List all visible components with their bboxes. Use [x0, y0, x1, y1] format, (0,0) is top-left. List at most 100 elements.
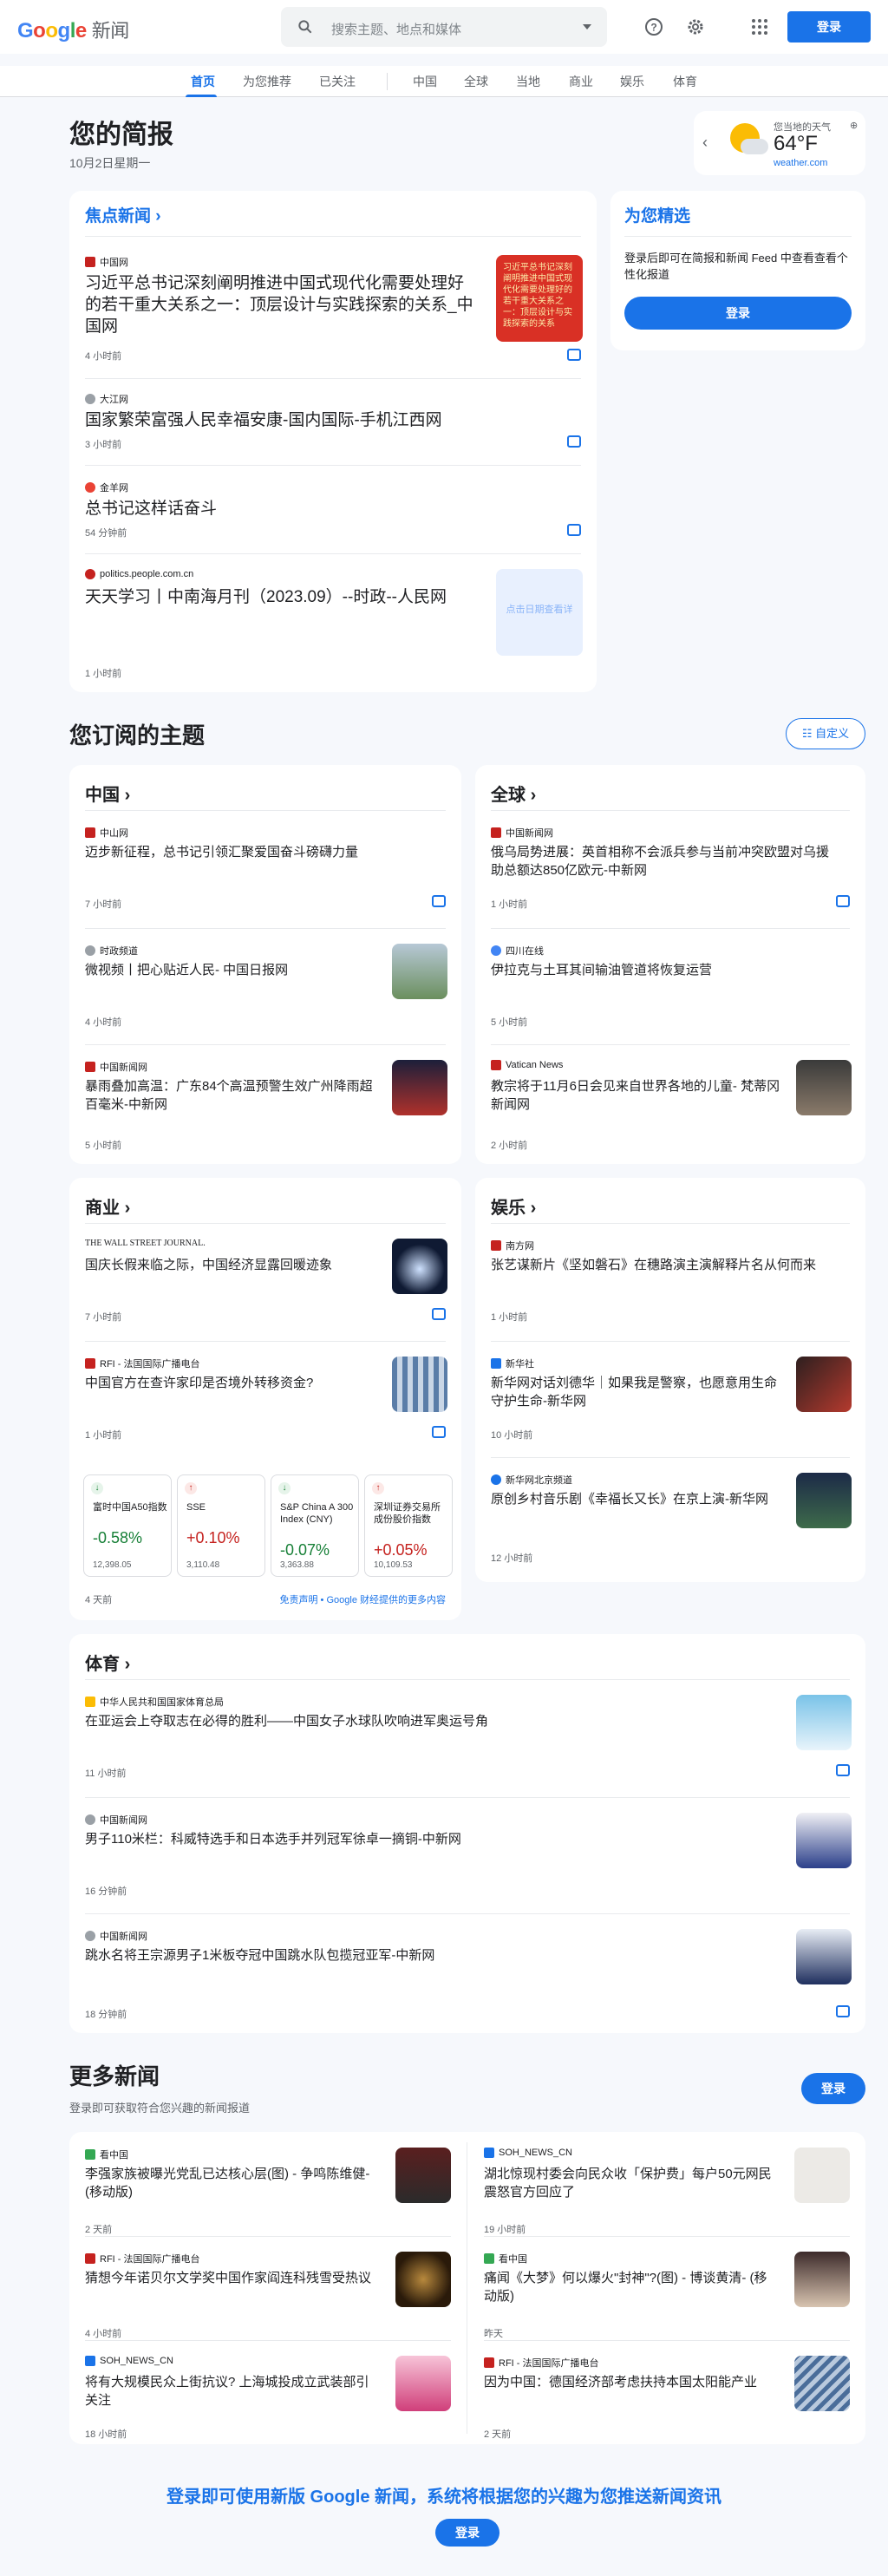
sports-story-1[interactable]: 中华人民共和国国家体育总局 在亚运会上夺取志在必得的胜利——中国女子水球队吹响进…	[85, 1695, 852, 1779]
world-story-2[interactable]: 四川在线 伊拉克与土耳其间输油管道将恢复运营 5 小时前	[491, 944, 850, 1028]
tab-china[interactable]: 中国	[413, 73, 437, 90]
full-coverage-icon[interactable]	[432, 1308, 446, 1320]
more-news-story-5[interactable]: SOH_NEWS_CN 将有大规模民众上街抗议? 上海城投成立武装部引关注 18…	[85, 2356, 451, 2442]
sports-story-2[interactable]: 中国新闻网 男子110米栏：科威特选手和日本选手并列冠军徐卓一摘铜-中新网 16…	[85, 1813, 852, 1897]
topic-title[interactable]: 娱乐 ›	[491, 1193, 536, 1219]
full-coverage-icon[interactable]	[836, 2005, 850, 2017]
more-news-story-3[interactable]: RFI - 法国国际广播电台 猜想今年诺贝尔文学奖中国作家阎连科残雪受热议 4 …	[85, 2252, 451, 2339]
story-headline[interactable]: 国家繁荣富强人民幸福安康-国内国际-手机江西网	[85, 409, 519, 431]
story-headline[interactable]: 猜想今年诺贝尔文学奖中国作家阎连科残雪受热议	[85, 2269, 380, 2287]
chevron-down-icon[interactable]	[583, 24, 591, 29]
full-coverage-icon[interactable]	[836, 895, 850, 907]
top-stories-title[interactable]: 焦点新闻 ›	[85, 203, 161, 226]
world-story-3[interactable]: Vatican News 教宗将于11月6日会见来自世界各地的儿童- 梵蒂冈新闻…	[491, 1060, 852, 1151]
help-icon[interactable]: ?	[643, 16, 664, 37]
story-headline[interactable]: 俄乌局势进展：英首相称不会派兵参与当前冲突欧盟对乌援助总额达850亿欧元-中新网	[491, 843, 838, 879]
footer-signin-button[interactable]: 登录	[435, 2519, 500, 2547]
apps-grid-icon[interactable]	[749, 16, 770, 37]
full-coverage-icon[interactable]	[836, 1764, 850, 1776]
tab-sports[interactable]: 体育	[673, 73, 697, 90]
story-headline[interactable]: 男子110米栏：科威特选手和日本选手并列冠军徐卓一摘铜-中新网	[85, 1830, 761, 1848]
top-story-1[interactable]: 中国网 习近平总书记深刻阐明推进中国式现代化需要处理好的若干重大关系之一：顶层设…	[85, 255, 583, 368]
story-thumbnail[interactable]	[392, 1239, 447, 1294]
weather-source-link[interactable]: weather.com	[774, 158, 827, 168]
stock-card[interactable]: ↑ SSE +0.10% 3,110.48	[177, 1474, 265, 1577]
google-news-logo[interactable]: Google 新闻	[17, 16, 129, 43]
story-thumbnail[interactable]	[796, 1695, 852, 1750]
story-headline[interactable]: 暴雨叠加高温：广东84个高温预警生效广州降雨超百毫米-中新网	[85, 1077, 380, 1114]
story-headline[interactable]: 迈步新征程，总书记引领汇聚爱国奋斗磅礴力量	[85, 843, 432, 861]
tab-local[interactable]: 当地	[516, 73, 540, 90]
story-headline[interactable]: 跳水名将王宗源男子1米板夺冠中国跳水队包揽冠亚军-中新网	[85, 1946, 761, 1965]
story-thumbnail[interactable]	[796, 1813, 852, 1868]
story-headline[interactable]: 习近平总书记深刻阐明推进中国式现代化需要处理好的若干重大关系之一：顶层设计与实践…	[85, 272, 475, 337]
more-news-story-2[interactable]: SOH_NEWS_CN 湖北惊现村委会向民众收「保护费」每户50元网民震怒官方回…	[484, 2148, 850, 2235]
business-story-1[interactable]: THE WALL STREET JOURNAL. 国庆长假来临之际，中国经济显露…	[85, 1239, 447, 1323]
full-coverage-icon[interactable]	[432, 1426, 446, 1438]
story-thumbnail[interactable]	[796, 1929, 852, 1984]
top-story-3[interactable]: 金羊网 总书记这样话奋斗 54 分钟前	[85, 481, 581, 541]
topic-title[interactable]: 中国 ›	[85, 781, 130, 806]
full-coverage-icon[interactable]	[567, 349, 581, 361]
topic-title[interactable]: 全球 ›	[491, 781, 536, 806]
story-headline[interactable]: 张艺谋新片《坚如磐石》在穗路演主演解释片名从何而来	[491, 1256, 838, 1274]
topic-title[interactable]: 商业 ›	[85, 1193, 130, 1219]
tab-following[interactable]: 已关注	[319, 73, 356, 90]
story-thumbnail[interactable]	[395, 2148, 451, 2203]
story-headline[interactable]: 原创乡村音乐剧《幸福长又长》在京上演-新华网	[491, 1490, 786, 1508]
tab-for-you[interactable]: 为您推荐	[243, 73, 291, 90]
story-thumbnail[interactable]	[392, 944, 447, 999]
story-thumbnail[interactable]: 点击日期查看详	[496, 569, 583, 656]
china-story-2[interactable]: 时政频道 微视频丨把心贴近人民- 中国日报网 4 小时前	[85, 944, 447, 1028]
full-coverage-icon[interactable]	[432, 895, 446, 907]
story-thumbnail[interactable]	[395, 2252, 451, 2307]
story-thumbnail[interactable]	[796, 1473, 852, 1528]
story-thumbnail[interactable]	[796, 1060, 852, 1115]
story-thumbnail[interactable]	[794, 2356, 850, 2411]
more-news-story-6[interactable]: RFI - 法国国际广播电台 因为中国：德国经济部考虑扶持本国太阳能产业 2 天…	[484, 2356, 850, 2442]
story-thumbnail[interactable]	[794, 2252, 850, 2307]
story-headline[interactable]: 天天学习丨中南海月刊（2023.09）--时政--人民网	[85, 586, 475, 608]
story-headline[interactable]: 因为中国：德国经济部考虑扶持本国太阳能产业	[484, 2373, 779, 2391]
story-headline[interactable]: 湖北惊现村委会向民众收「保护费」每户50元网民震怒官方回应了	[484, 2165, 779, 2201]
story-headline[interactable]: 痛闻《大梦》何以爆火"封神"?(图) - 博谈黄清- (移动版)	[484, 2269, 779, 2305]
china-story-3[interactable]: 中国新闻网 暴雨叠加高温：广东84个高温预警生效广州降雨超百毫米-中新网 5 小…	[85, 1060, 447, 1151]
story-headline[interactable]: 总书记这样话奋斗	[85, 498, 519, 520]
topic-title[interactable]: 体育 ›	[85, 1650, 130, 1675]
stock-card[interactable]: ↓ S&P China A 300 Index (CNY) -0.07% 3,3…	[271, 1474, 359, 1577]
story-thumbnail[interactable]	[395, 2356, 451, 2411]
sports-story-3[interactable]: 中国新闻网 跳水名将王宗源男子1米板夺冠中国跳水队包揽冠亚军-中新网 18 分钟…	[85, 1929, 852, 2020]
entertainment-story-3[interactable]: 新华网北京频道 原创乡村音乐剧《幸福长又长》在京上演-新华网 12 小时前	[491, 1473, 852, 1564]
story-thumbnail[interactable]	[796, 1357, 852, 1412]
full-coverage-icon[interactable]	[567, 524, 581, 536]
story-thumbnail[interactable]	[794, 2148, 850, 2203]
story-headline[interactable]: 伊拉克与土耳其间输油管道将恢复运营	[491, 961, 838, 979]
story-headline[interactable]: 李强家族被曝光党乱已达核心层(图) - 争鸣陈维健- (移动版)	[85, 2165, 380, 2201]
story-headline[interactable]: 中国官方在查许家印是否境外转移资金?	[85, 1374, 380, 1392]
china-story-1[interactable]: 中山网 迈步新征程，总书记引领汇聚爱国奋斗磅礴力量 7 小时前	[85, 826, 446, 910]
search-input[interactable]: 搜索主题、地点和媒体	[281, 7, 607, 47]
full-coverage-icon[interactable]	[567, 435, 581, 448]
customize-button[interactable]: ☷ 自定义	[786, 718, 865, 749]
tab-home[interactable]: 首页	[191, 73, 215, 90]
tab-business[interactable]: 商业	[569, 73, 593, 90]
for-you-signin-button[interactable]: 登录	[624, 297, 852, 330]
story-headline[interactable]: 新华网对话刘德华｜如果我是警察，也愿意用生命守护生命-新华网	[491, 1374, 786, 1410]
story-headline[interactable]: 国庆长假来临之际，中国经济显露回暖迹象	[85, 1256, 380, 1274]
chevron-left-icon[interactable]: ‹	[702, 134, 708, 152]
finance-disclaimer-link[interactable]: 免责声明 • Google 财经提供的更多内容	[280, 1592, 447, 1606]
world-story-1[interactable]: 中国新闻网 俄乌局势进展：英首相称不会派兵参与当前冲突欧盟对乌援助总额达850亿…	[491, 826, 850, 910]
gear-icon[interactable]	[685, 16, 706, 37]
entertainment-story-1[interactable]: 南方网 张艺谋新片《坚如磐石》在穗路演主演解释片名从何而来 1 小时前	[491, 1239, 850, 1323]
story-headline[interactable]: 在亚运会上夺取志在必得的胜利——中国女子水球队吹响进军奥运号角	[85, 1712, 761, 1730]
entertainment-story-2[interactable]: 新华社 新华网对话刘德华｜如果我是警察，也愿意用生命守护生命-新华网 10 小时…	[491, 1357, 852, 1441]
stock-card[interactable]: ↑ 深圳证券交易所成份股价指数 +0.05% 10,109.53	[364, 1474, 453, 1577]
more-news-signin-button[interactable]: 登录	[801, 2073, 865, 2104]
story-headline[interactable]: 教宗将于11月6日会见来自世界各地的儿童- 梵蒂冈新闻网	[491, 1077, 786, 1114]
story-headline[interactable]: 将有大规模民众上街抗议? 上海城投成立武装部引关注	[85, 2373, 380, 2409]
signin-button[interactable]: 登录	[787, 11, 871, 42]
weather-widget[interactable]: ‹ 您当地的天气 64°F weather.com ⊕	[694, 111, 865, 175]
stock-card[interactable]: ↓ 富时中国A50指数 -0.58% 12,398.05	[83, 1474, 172, 1577]
story-thumbnail[interactable]	[392, 1357, 447, 1412]
business-story-2[interactable]: RFI - 法国国际广播电台 中国官方在查许家印是否境外转移资金? 1 小时前	[85, 1357, 447, 1441]
